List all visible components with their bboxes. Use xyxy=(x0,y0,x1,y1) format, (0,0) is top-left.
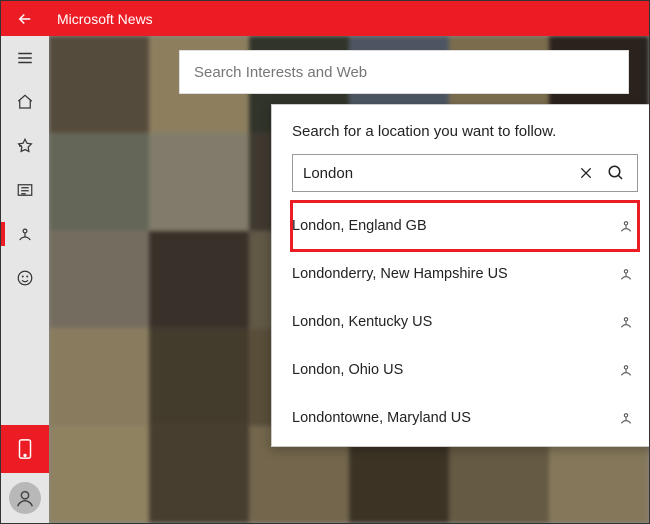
location-input-row xyxy=(292,154,638,192)
location-icon[interactable] xyxy=(1,212,49,256)
phone-icon[interactable] xyxy=(1,425,49,473)
home-icon[interactable] xyxy=(1,80,49,124)
smiley-icon[interactable] xyxy=(1,256,49,300)
hamburger-icon[interactable] xyxy=(1,36,49,80)
main-content: Search Interests and Web Search for a lo… xyxy=(49,36,649,523)
news-icon[interactable] xyxy=(1,168,49,212)
location-result[interactable]: Londonderry, New Hampshire US xyxy=(292,250,638,298)
location-result[interactable]: London, Kentucky US xyxy=(292,298,638,346)
map-pin-icon xyxy=(614,362,638,378)
star-icon[interactable] xyxy=(1,124,49,168)
sidebar xyxy=(1,36,49,523)
back-button[interactable] xyxy=(1,1,49,36)
user-avatar[interactable] xyxy=(1,473,49,523)
result-label: London, Kentucky US xyxy=(292,314,432,330)
location-input[interactable] xyxy=(303,165,571,182)
result-label: Londontowne, Maryland US xyxy=(292,410,471,426)
map-pin-icon xyxy=(614,266,638,282)
location-result[interactable]: London, Ohio US xyxy=(292,346,638,394)
result-label: London, Ohio US xyxy=(292,362,403,378)
popup-title: Search for a location you want to follow… xyxy=(272,105,649,154)
result-label: Londonderry, New Hampshire US xyxy=(292,266,508,282)
map-pin-icon xyxy=(614,218,638,234)
titlebar: Microsoft News xyxy=(1,1,649,36)
clear-icon[interactable] xyxy=(571,158,601,188)
location-result[interactable]: London, England GB xyxy=(292,202,638,250)
location-popup: Search for a location you want to follow… xyxy=(271,104,649,447)
search-input[interactable]: Search Interests and Web xyxy=(179,50,629,94)
results-list: London, England GB Londonderry, New Hamps… xyxy=(272,202,649,442)
map-pin-icon xyxy=(614,314,638,330)
result-label: London, England GB xyxy=(292,218,427,234)
app-title: Microsoft News xyxy=(57,11,153,27)
search-icon[interactable] xyxy=(601,158,631,188)
location-result[interactable]: Londontowne, Maryland US xyxy=(292,394,638,442)
search-placeholder: Search Interests and Web xyxy=(194,64,367,81)
map-pin-icon xyxy=(614,410,638,426)
